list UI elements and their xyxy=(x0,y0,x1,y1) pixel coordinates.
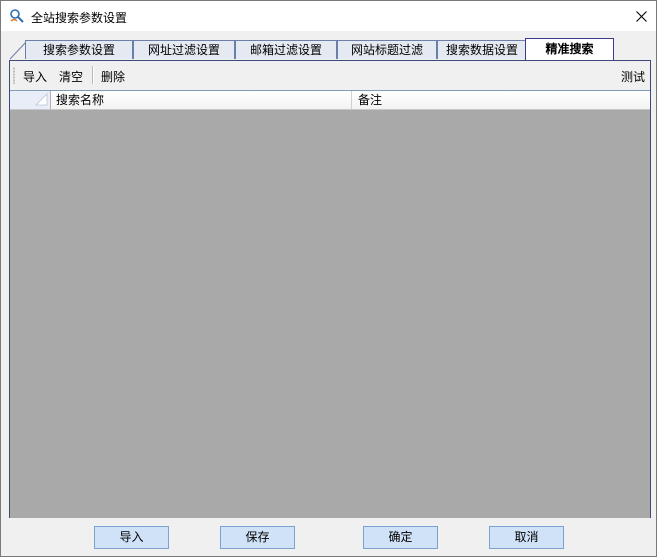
app-search-icon xyxy=(10,9,24,23)
tab-email-filter[interactable]: 邮箱过滤设置 xyxy=(235,40,337,59)
cancel-button[interactable]: 取消 xyxy=(489,526,564,549)
toolbar-separator xyxy=(92,66,94,84)
tab-search-data[interactable]: 搜索数据设置 xyxy=(437,40,527,59)
toolbar-import-button[interactable]: 导入 xyxy=(23,68,47,85)
close-button[interactable] xyxy=(626,1,656,31)
toolbar-test-button[interactable]: 测试 xyxy=(621,68,645,85)
close-icon xyxy=(635,10,647,22)
tab-content-panel: 导入 清空 删除 测试 搜索名称 备注 xyxy=(9,60,651,518)
grid-header: 搜索名称 备注 xyxy=(10,91,650,110)
data-grid[interactable]: 搜索名称 备注 xyxy=(10,90,650,518)
grid-corner-select-all[interactable] xyxy=(10,91,51,109)
tab-site-title-filter[interactable]: 网站标题过滤 xyxy=(337,40,437,59)
corner-triangle-icon xyxy=(35,93,48,106)
tab-url-filter[interactable]: 网址过滤设置 xyxy=(133,40,235,59)
ok-button[interactable]: 确定 xyxy=(363,526,438,549)
toolbar: 导入 清空 删除 测试 xyxy=(10,61,650,90)
toolbar-clear-button[interactable]: 清空 xyxy=(59,68,83,85)
import-button[interactable]: 导入 xyxy=(94,526,169,549)
tab-strip: 搜索参数设置 网址过滤设置 邮箱过滤设置 网站标题过滤 搜索数据设置 精准搜索 xyxy=(9,38,649,60)
column-header-search-name[interactable]: 搜索名称 xyxy=(50,91,352,109)
dialog-window: 全站搜索参数设置 搜索参数设置 网址过滤设置 邮箱过滤设置 网站标题过滤 搜索数… xyxy=(0,0,657,557)
title-bar[interactable]: 全站搜索参数设置 xyxy=(1,1,656,31)
column-header-remark[interactable]: 备注 xyxy=(352,91,650,109)
toolbar-grip[interactable] xyxy=(13,67,15,84)
tab-search-params[interactable]: 搜索参数设置 xyxy=(25,40,133,59)
toolbar-delete-button[interactable]: 删除 xyxy=(101,68,125,85)
save-button[interactable]: 保存 xyxy=(220,526,295,549)
tab-precise-search[interactable]: 精准搜索 xyxy=(525,38,614,60)
window-title: 全站搜索参数设置 xyxy=(31,11,128,25)
